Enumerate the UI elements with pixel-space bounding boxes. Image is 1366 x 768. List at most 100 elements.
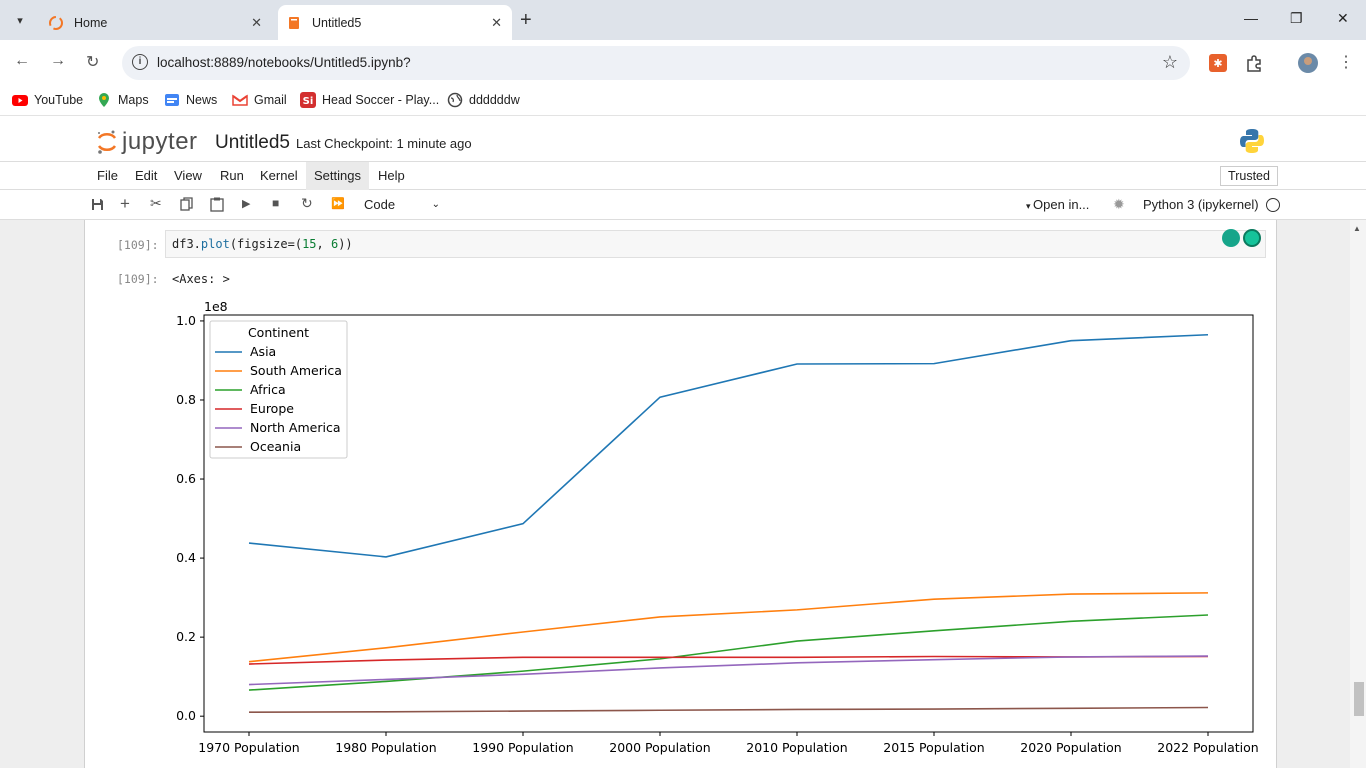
- site-info-icon[interactable]: i: [132, 54, 148, 70]
- restart-icon[interactable]: ↻: [301, 195, 313, 212]
- grammarly-icon[interactable]: [1243, 229, 1261, 247]
- last-checkpoint: Last Checkpoint: 1 minute ago: [296, 136, 472, 151]
- kernel-name[interactable]: Python 3 (ipykernel): [1143, 197, 1259, 212]
- legend-label: South America: [250, 363, 342, 378]
- bookmark-youtube[interactable]: YouTube: [12, 92, 83, 108]
- save-icon[interactable]: [91, 198, 104, 211]
- cell-type-select[interactable]: Code ⌄: [358, 194, 444, 216]
- series-line-oceania: [248, 706, 1209, 714]
- lightbulb-icon[interactable]: [1222, 229, 1240, 247]
- bookmark-label: News: [186, 93, 218, 107]
- svg-text:✱: ✱: [1213, 57, 1222, 70]
- cell-type-value: Code: [364, 197, 396, 212]
- head-soccer-icon: Si: [300, 92, 316, 108]
- url-text[interactable]: localhost:8889/notebooks/Untitled5.ipynb…: [157, 55, 411, 70]
- jupyter-logo[interactable]: jupyter: [96, 128, 198, 156]
- restore-icon[interactable]: ❐: [1290, 10, 1303, 27]
- svg-text:Si: Si: [303, 96, 314, 107]
- notebook-title[interactable]: Untitled5: [215, 132, 290, 154]
- y-tick-label: 0.4: [176, 550, 196, 565]
- legend-title: Continent: [248, 325, 309, 340]
- bookmark-label: YouTube: [34, 93, 84, 107]
- youtube-icon: [12, 95, 28, 106]
- x-tick-label: 1980 Population: [335, 740, 436, 755]
- gmail-icon: [232, 94, 248, 106]
- legend-label: North America: [250, 420, 341, 435]
- cell-assist-icons: [1222, 229, 1261, 247]
- close-window-icon[interactable]: ✕: [1337, 10, 1349, 27]
- new-tab-button[interactable]: +: [520, 9, 532, 32]
- caret-down-icon: ▾: [1026, 201, 1034, 211]
- notebook-favicon-icon: [289, 16, 299, 29]
- code-text[interactable]: df3.plot(figsize=(15, 6)): [172, 237, 353, 251]
- scroll-thumb[interactable]: [1354, 682, 1364, 716]
- menu-file[interactable]: File: [89, 162, 126, 190]
- bookmark-maps[interactable]: Maps: [96, 92, 149, 108]
- menu-kernel[interactable]: Kernel: [252, 162, 306, 190]
- bookmark-ddddddw[interactable]: ddddddw: [447, 92, 520, 108]
- jupyter-favicon-icon: [49, 15, 63, 30]
- debugger-icon[interactable]: ✹: [1113, 196, 1125, 213]
- bookmark-head-soccer[interactable]: Si Head Soccer - Play...: [300, 92, 439, 108]
- open-in-button[interactable]: ▾ Open in...: [1026, 197, 1089, 212]
- back-icon[interactable]: ←: [14, 52, 30, 70]
- trusted-indicator[interactable]: Trusted: [1220, 166, 1278, 186]
- bookmark-label: Head Soccer - Play...: [322, 93, 440, 107]
- code-cell-input[interactable]: df3.plot(figsize=(15, 6)): [165, 230, 1266, 258]
- address-bar-row: ← → ↻ i localhost:8889/notebooks/Untitle…: [0, 40, 1366, 86]
- y-tick-label: 0.0: [176, 708, 196, 723]
- page-scrollbar[interactable]: ▲: [1350, 220, 1366, 768]
- copy-icon[interactable]: [180, 197, 193, 212]
- x-tick-label: 2015 Population: [883, 740, 984, 755]
- run-icon[interactable]: ▶: [242, 197, 250, 210]
- extension-icon[interactable]: ✱: [1209, 54, 1227, 72]
- notebook-area: [109]: df3.plot(figsize=(15, 6)) [109]: …: [0, 220, 1366, 768]
- menu-run[interactable]: Run: [212, 162, 252, 190]
- bookmark-gmail[interactable]: Gmail: [232, 92, 287, 108]
- legend-label: Europe: [250, 401, 294, 416]
- y-tick-label: 0.6: [176, 471, 196, 486]
- news-icon: [165, 94, 179, 106]
- x-tick-label: 1970 Population: [198, 740, 299, 755]
- notebook-toolbar: + ✂ ▶ ■ ↻ ⏩ Code ⌄ ▾ Open in... ✹ Python…: [0, 190, 1366, 220]
- forward-icon[interactable]: →: [50, 52, 66, 70]
- menu-edit[interactable]: Edit: [127, 162, 165, 190]
- browser-menu-icon[interactable]: ⋮: [1338, 52, 1354, 72]
- series-line-asia: [248, 333, 1209, 558]
- y-tick-label: 0.2: [176, 629, 196, 644]
- chevron-down-icon: ⌄: [431, 199, 440, 210]
- bookmark-star-icon[interactable]: ☆: [1162, 52, 1178, 73]
- maps-icon: [99, 93, 109, 107]
- reload-icon[interactable]: ↻: [86, 52, 99, 72]
- jupyter-logo-icon: [97, 130, 117, 154]
- paste-icon[interactable]: [210, 197, 224, 212]
- cut-icon[interactable]: ✂: [150, 195, 162, 212]
- python-logo-icon: [1240, 129, 1264, 153]
- x-tick-label: 2020 Population: [1020, 740, 1121, 755]
- menu-settings[interactable]: Settings: [306, 162, 369, 190]
- close-tab-icon[interactable]: ✕: [491, 15, 502, 31]
- legend-label: Asia: [250, 344, 276, 359]
- tab-search-button[interactable]: ▾: [8, 8, 32, 32]
- menu-view[interactable]: View: [166, 162, 210, 190]
- stop-icon[interactable]: ■: [272, 196, 279, 210]
- legend-label: Africa: [250, 382, 286, 397]
- jupyter-menu-bar: File Edit View Run Kernel Settings Help …: [0, 162, 1366, 190]
- y-offset-label: 1e8: [204, 299, 228, 314]
- tab-untitled5[interactable]: Untitled5 ✕: [278, 5, 512, 40]
- input-prompt: [109]:: [117, 238, 159, 252]
- bookmark-news[interactable]: News: [164, 92, 217, 108]
- output-prompt: [109]:: [117, 272, 159, 286]
- menu-help[interactable]: Help: [370, 162, 413, 190]
- puzzle-icon[interactable]: [1245, 54, 1263, 72]
- scroll-up-icon[interactable]: ▲: [1353, 224, 1361, 233]
- minimize-icon[interactable]: —: [1244, 10, 1258, 26]
- profile-avatar[interactable]: [1298, 53, 1318, 73]
- kernel-status-icon: [1266, 198, 1280, 212]
- fast-forward-icon[interactable]: ⏩: [331, 197, 345, 210]
- close-tab-icon[interactable]: ✕: [251, 15, 262, 31]
- omnibox[interactable]: i localhost:8889/notebooks/Untitled5.ipy…: [122, 46, 1190, 80]
- open-in-label: Open in...: [1033, 197, 1090, 212]
- tab-home[interactable]: Home ✕: [40, 5, 272, 40]
- insert-cell-icon[interactable]: +: [120, 194, 130, 214]
